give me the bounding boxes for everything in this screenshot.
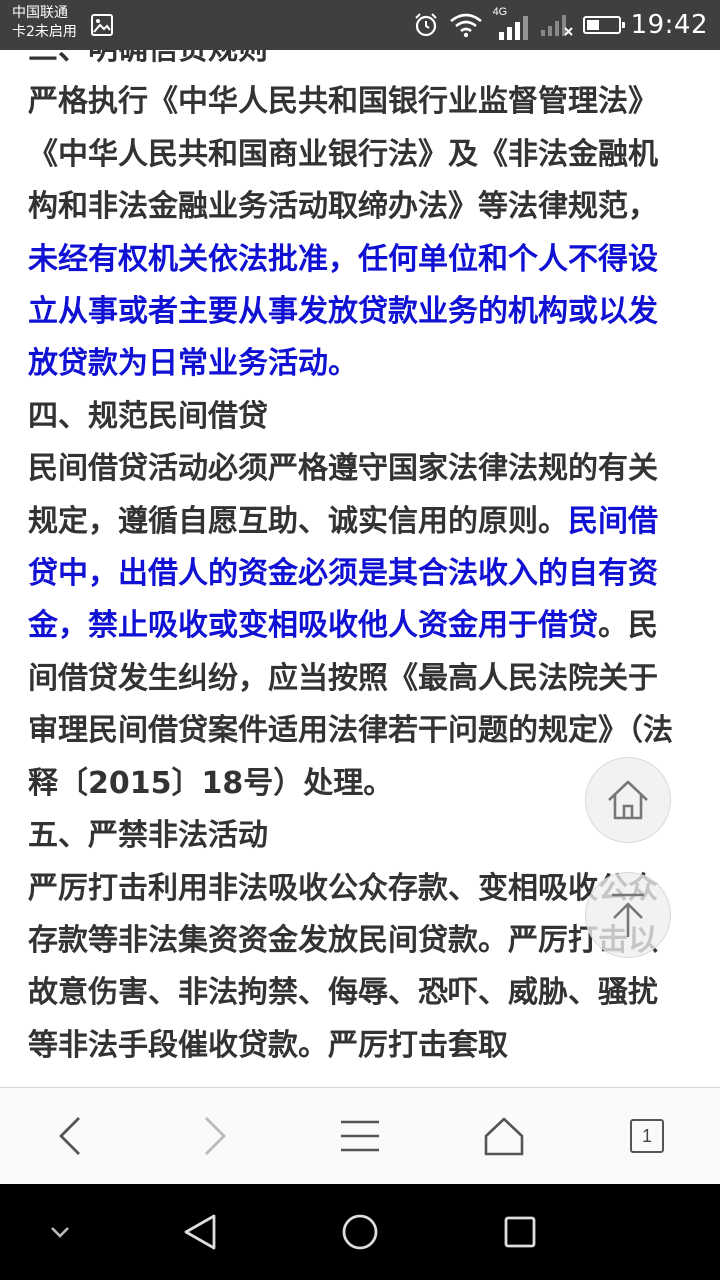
float-home-button[interactable] bbox=[585, 757, 671, 843]
paragraph-text: 严格执行《中华人民共和国银行业监督管理法》《中华人民共和国商业银行法》及《非法金… bbox=[28, 84, 658, 225]
nav-back-button[interactable] bbox=[150, 1184, 250, 1280]
paragraph-text: 民间借贷活动必须严格遵守国家法律法规的有关规定，遵循自愿互助、诚实信用的原则。 bbox=[28, 451, 658, 539]
article-body: 三、明确信贷规则 严格执行《中华人民共和国银行业监督管理法》《中华人民共和国商业… bbox=[28, 50, 673, 1072]
menu-icon bbox=[341, 1120, 379, 1152]
back-button[interactable] bbox=[25, 1088, 115, 1184]
nav-recents-button[interactable] bbox=[470, 1184, 570, 1280]
chevron-right-icon bbox=[205, 1117, 226, 1155]
highlighted-text: 未经有权机关依法批准，任何单位和个人不得设立从事或者主要从事发放贷款业务的机构或… bbox=[28, 241, 658, 382]
hide-nav-button[interactable] bbox=[10, 1184, 110, 1280]
paragraph-text: 严厉打击利用非法吸收公众存款、变相吸收公众存款等非法集资资金发放民间贷款。严厉打… bbox=[28, 870, 658, 1063]
wifi-icon bbox=[449, 13, 482, 38]
menu-button[interactable] bbox=[315, 1088, 405, 1184]
tabs-button[interactable]: 1 bbox=[602, 1088, 692, 1184]
section-heading: 四、规范民间借贷 bbox=[28, 398, 268, 434]
paragraph: 民间借贷活动必须严格遵守国家法律法规的有关规定，遵循自愿互助、诚实信用的原则。民… bbox=[28, 443, 673, 810]
chevron-left-icon bbox=[59, 1117, 80, 1155]
home-button[interactable] bbox=[459, 1088, 549, 1184]
status-icons: 4G 19:42 bbox=[413, 0, 708, 50]
home-circle-icon bbox=[342, 1214, 378, 1250]
system-nav-bar bbox=[0, 1184, 720, 1280]
battery-icon bbox=[582, 16, 625, 34]
web-content[interactable]: 三、明确信贷规则 严格执行《中华人民共和国银行业监督管理法》《中华人民共和国商业… bbox=[0, 50, 720, 1087]
image-icon bbox=[91, 14, 113, 36]
section-heading: 五、严禁非法活动 bbox=[28, 818, 268, 854]
paragraph: 严厉打击利用非法吸收公众存款、变相吸收公众存款等非法集资资金发放民间贷款。严厉打… bbox=[28, 863, 673, 1073]
paragraph: 严格执行《中华人民共和国银行业监督管理法》《中华人民共和国商业银行法》及《非法金… bbox=[28, 76, 673, 390]
carrier-info: 中国联通 卡2未启用 bbox=[12, 4, 77, 42]
status-bar: 中国联通 卡2未启用 4G 19:42 bbox=[0, 0, 720, 50]
alarm-icon bbox=[414, 13, 437, 37]
signal-icon bbox=[498, 16, 528, 40]
forward-button[interactable] bbox=[170, 1088, 260, 1184]
tabs-icon: 1 bbox=[630, 1119, 664, 1153]
chevron-down-icon bbox=[51, 1227, 69, 1238]
recents-square-icon bbox=[504, 1216, 536, 1248]
browser-toolbar: 1 bbox=[0, 1087, 720, 1184]
home-outline-icon bbox=[608, 780, 648, 820]
battery-fill bbox=[586, 20, 599, 30]
tab-count: 1 bbox=[641, 1125, 652, 1146]
nav-home-button[interactable] bbox=[310, 1184, 410, 1280]
signal-4g: 4G bbox=[493, 6, 531, 42]
back-triangle-icon bbox=[184, 1214, 216, 1250]
scroll-to-top-button[interactable] bbox=[585, 872, 671, 958]
signal-no-sim-icon bbox=[540, 15, 573, 36]
clock: 19:42 bbox=[630, 10, 708, 40]
carrier-name: 中国联通 bbox=[12, 5, 68, 21]
sim2-status: 卡2未启用 bbox=[12, 24, 77, 40]
home-icon bbox=[484, 1117, 524, 1156]
section-heading: 三、明确信贷规则 bbox=[28, 50, 673, 76]
arrow-up-to-top-icon bbox=[612, 893, 644, 937]
